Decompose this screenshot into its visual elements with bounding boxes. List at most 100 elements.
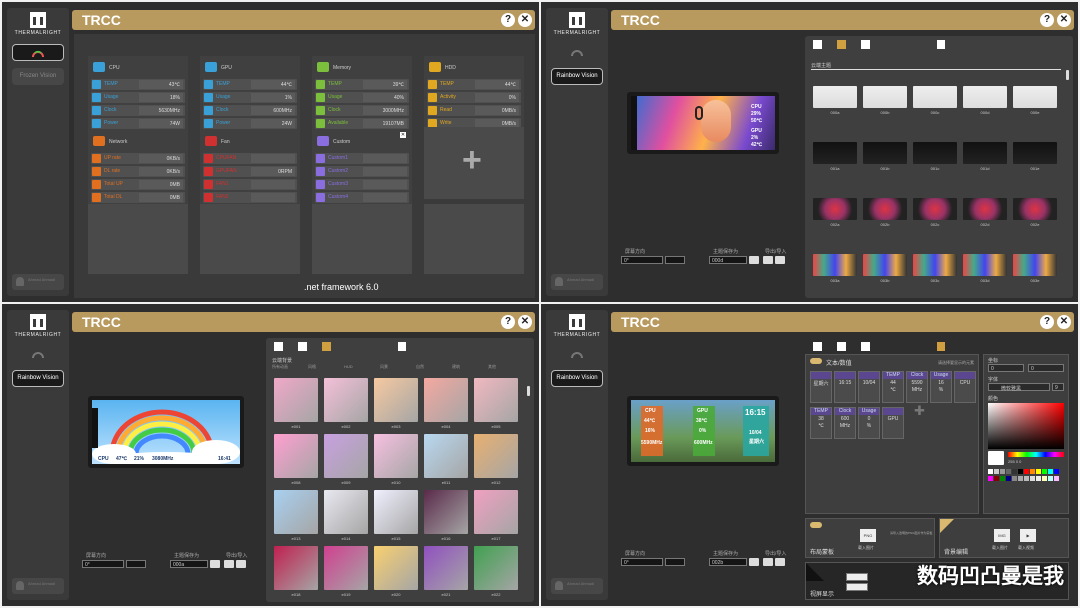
mask-toggle[interactable]	[810, 522, 822, 528]
theme-thumbnail[interactable]: 001a	[813, 142, 857, 171]
video-file-icon[interactable]: ▶	[1020, 529, 1036, 542]
background-thumbnail[interactable]: e002	[324, 378, 368, 429]
device-rainbow-vision[interactable]: Rainbow Vision	[551, 370, 603, 387]
orientation-select[interactable]: 0°	[82, 560, 124, 568]
background-thumbnail[interactable]: e010	[374, 434, 418, 485]
background-thumbnail[interactable]: e001	[274, 378, 318, 429]
theme-tab-icon[interactable]	[837, 342, 846, 351]
element-tile[interactable]: GPU	[882, 407, 904, 439]
background-thumbnail[interactable]: e020	[374, 546, 418, 597]
gauge-device-button[interactable]	[551, 44, 603, 61]
save-icon[interactable]	[749, 558, 759, 566]
export-icon[interactable]	[224, 560, 234, 568]
color-picker[interactable]	[988, 403, 1064, 449]
grid-tab-icon[interactable]	[274, 342, 283, 351]
color-swatch[interactable]	[1012, 476, 1017, 481]
theme-thumbnail[interactable]: 002b	[863, 198, 907, 227]
color-swatch[interactable]	[1024, 469, 1029, 474]
font-size-input[interactable]: 9	[1052, 383, 1064, 391]
metric-row[interactable]: Read 0MB/s	[427, 105, 521, 116]
export-icon[interactable]	[763, 256, 773, 264]
category-tab[interactable]: 所有动画	[272, 364, 288, 370]
load-image-label[interactable]: 载入图片	[992, 545, 1008, 551]
theme-thumbnail[interactable]: 001d	[963, 142, 1007, 171]
background-thumbnail[interactable]: e022	[474, 546, 518, 597]
add-card-button[interactable]: +	[424, 127, 524, 199]
metric-row[interactable]: Clock 5630MHz	[91, 105, 185, 116]
element-tile[interactable]: TEMP 38 ℃	[810, 407, 832, 439]
close-button[interactable]: ✕	[518, 315, 532, 329]
background-thumbnail[interactable]: e009	[324, 434, 368, 485]
save-icon[interactable]	[749, 256, 759, 264]
color-swatch[interactable]	[988, 476, 993, 481]
import-icon[interactable]	[775, 558, 785, 566]
color-swatch[interactable]	[1018, 469, 1023, 474]
device-frozen-vision[interactable]: Frozen Vision	[12, 68, 64, 85]
display-y-input[interactable]	[846, 583, 868, 591]
theme-thumbnail[interactable]: 003b	[863, 254, 907, 283]
import-image-label[interactable]: 载入图片	[858, 545, 874, 551]
metric-row[interactable]: CPUFAN	[203, 153, 297, 164]
font-select[interactable]: 微软雅黑	[988, 383, 1050, 392]
orientation-select[interactable]: 0°	[621, 558, 663, 566]
color-swatch[interactable]	[994, 476, 999, 481]
metric-row[interactable]: TEMP 44℃	[427, 79, 521, 90]
orientation-extra[interactable]	[126, 560, 146, 568]
color-swatch[interactable]	[1000, 476, 1005, 481]
gauge-device-button[interactable]	[551, 346, 603, 363]
color-swatch[interactable]	[1042, 476, 1047, 481]
background-thumbnail[interactable]: e012	[474, 434, 518, 485]
theme-name-input[interactable]: 000a	[170, 560, 208, 568]
metric-row[interactable]: TEMP 44℃	[203, 79, 297, 90]
metric-row[interactable]: Total UP 0MB	[91, 179, 185, 190]
color-swatch[interactable]	[1048, 476, 1053, 481]
metric-row[interactable]: Clock 3000MHz	[315, 105, 409, 116]
gauge-device-button[interactable]	[12, 346, 64, 363]
category-tab[interactable]: 自然	[416, 364, 424, 370]
theme-thumbnail[interactable]: 000a	[813, 86, 857, 115]
import-icon[interactable]	[236, 560, 246, 568]
save-icon[interactable]	[210, 560, 220, 568]
background-thumbnail[interactable]: e019	[324, 546, 368, 597]
metric-row[interactable]: Usage 40%	[315, 92, 409, 103]
element-tile[interactable]: TEMP 44 ℃	[882, 371, 904, 403]
image-tab-icon[interactable]	[861, 342, 870, 351]
image-file-icon[interactable]: IMG	[994, 529, 1010, 542]
element-tile[interactable]: Clock 5590 MHz	[906, 371, 928, 403]
settings-tab-icon[interactable]	[937, 40, 945, 49]
theme-name-input[interactable]: 002b	[709, 558, 747, 566]
png-icon[interactable]: PNG	[860, 529, 876, 542]
color-swatch[interactable]	[1012, 469, 1017, 474]
scrollbar[interactable]	[1066, 70, 1069, 80]
image-tab-icon[interactable]	[861, 40, 870, 49]
theme-thumbnail[interactable]: 000c	[913, 86, 957, 115]
theme-thumbnail[interactable]: 002e	[1013, 198, 1057, 227]
element-tile[interactable]: Clock 600 MHz	[834, 407, 856, 439]
text-toggle[interactable]	[810, 358, 822, 364]
metric-row[interactable]: Custom4	[315, 192, 409, 203]
theme-tab-icon[interactable]	[298, 342, 307, 351]
load-video-label[interactable]: 载入视频	[1018, 545, 1034, 551]
background-thumbnail[interactable]: e018	[274, 546, 318, 597]
theme-thumbnail[interactable]: 002c	[913, 198, 957, 227]
color-swatch[interactable]	[1030, 469, 1035, 474]
category-tab[interactable]: 其他	[488, 364, 496, 370]
y-input[interactable]: 0	[1028, 364, 1064, 372]
color-swatch[interactable]	[1054, 476, 1059, 481]
background-thumbnail[interactable]: e003	[374, 378, 418, 429]
theme-thumbnail[interactable]: 002a	[813, 198, 857, 227]
metric-row[interactable]: Power 74W	[91, 118, 185, 129]
metric-row[interactable]: Total DL 0MB	[91, 192, 185, 203]
metric-row[interactable]: DL rate 0KB/s	[91, 166, 185, 177]
color-swatch[interactable]	[988, 469, 993, 474]
eyedropper-icon[interactable]	[988, 451, 1004, 465]
metric-row[interactable]: UP rate 0KB/s	[91, 153, 185, 164]
background-thumbnail[interactable]: e017	[474, 490, 518, 541]
element-tile[interactable]: 16:15	[834, 371, 856, 403]
close-button[interactable]: ✕	[1057, 315, 1071, 329]
theme-thumbnail[interactable]: 000d	[963, 86, 1007, 115]
theme-thumbnail[interactable]: 001c	[913, 142, 957, 171]
background-thumbnail[interactable]: e008	[274, 434, 318, 485]
theme-thumbnail[interactable]: 003c	[913, 254, 957, 283]
close-card-icon[interactable]: ✕	[400, 132, 406, 138]
